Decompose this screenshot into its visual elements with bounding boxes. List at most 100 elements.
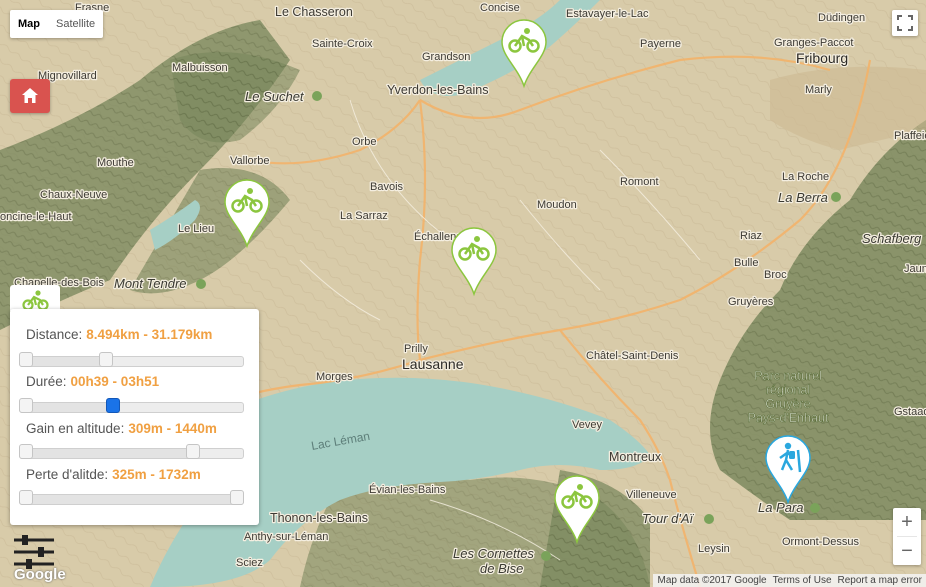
map-type-control: Map Satellite: [10, 10, 104, 38]
zoom-in-button[interactable]: +: [893, 508, 921, 536]
peak-icon: [831, 192, 841, 202]
place-label: Le Suchet: [245, 89, 305, 104]
duree-label: Durée:: [26, 374, 67, 389]
place-label: La Para: [758, 500, 804, 515]
place-label: Concise: [480, 2, 520, 14]
place-label: Vevey: [572, 419, 602, 431]
place-label: Gstaad: [894, 406, 926, 418]
gain-slider[interactable]: [19, 438, 244, 468]
place-label: de Bise: [480, 561, 523, 576]
place-label: Sainte-Croix: [312, 38, 373, 50]
place-label: Granges-Paccot: [774, 37, 853, 49]
place-label: Morges: [316, 371, 353, 383]
place-label: Vallorbe: [230, 155, 270, 167]
place-label: Estavayer-le-Lac: [566, 8, 649, 20]
duree-value: 00h39 - 03h51: [70, 374, 160, 389]
slider-max-handle[interactable]: [99, 352, 114, 367]
place-label: Villeneuve: [626, 489, 677, 501]
slider-min-handle[interactable]: [19, 398, 33, 413]
place-label: Romont: [620, 176, 659, 188]
place-label: Les Cornettes: [453, 546, 534, 561]
place-label: Anthy-sur-Léman: [244, 531, 328, 543]
place-label: Mont Tendre: [114, 276, 187, 291]
slider-range: [26, 494, 237, 505]
place-label: Fribourg: [796, 50, 848, 66]
report-error-link[interactable]: Report a map error: [838, 575, 922, 586]
distance-filter-label: Distance: 8.494km - 31.179km: [26, 327, 212, 342]
slider-max-handle[interactable]: [185, 444, 200, 459]
place-label: Chaux-Neuve: [40, 189, 107, 201]
place-label: Grandson: [422, 51, 470, 63]
peak-icon: [541, 551, 551, 561]
google-logo: Google: [14, 566, 66, 583]
home-icon: [22, 88, 38, 103]
map-type-map-button[interactable]: Map: [10, 10, 48, 38]
perte-filter-label: Perte d'alitde: 325m - 1732m: [26, 467, 201, 482]
slider-min-handle[interactable]: [19, 490, 33, 505]
distance-slider[interactable]: [19, 346, 244, 376]
filter-panel: Distance: 8.494km - 31.179km Durée: 00h39 …: [10, 309, 259, 525]
distance-value: 8.494km - 31.179km: [86, 327, 213, 342]
home-button[interactable]: [10, 79, 50, 113]
place-label: Moudon: [537, 199, 577, 211]
gain-label: Gain en altitude:: [26, 421, 125, 436]
perte-slider[interactable]: [19, 484, 244, 514]
place-label: Yverdon-les-Bains: [387, 83, 488, 97]
place-label: Gruyères: [728, 296, 774, 308]
gain-value: 309m - 1440m: [128, 421, 217, 436]
distance-label: Distance:: [26, 327, 83, 342]
place-label: Bavois: [370, 181, 404, 193]
slider-range: [26, 402, 113, 413]
peak-icon: [196, 279, 206, 289]
peak-icon: [810, 503, 820, 513]
terms-link[interactable]: Terms of Use: [773, 575, 832, 586]
zoom-out-button[interactable]: −: [893, 537, 921, 565]
place-label: Thonon-les-Bains: [270, 511, 368, 525]
park-label: Gruyère: [765, 397, 810, 411]
bike-icon: [22, 290, 49, 311]
place-label: Le Lieu: [178, 223, 214, 235]
duree-slider[interactable]: [19, 392, 244, 422]
duree-filter-label: Durée: 00h39 - 03h51: [26, 374, 159, 389]
place-label: La Roche: [782, 171, 829, 183]
place-label: oncine-le-Haut: [0, 211, 72, 223]
place-label: Malbuisson: [172, 62, 228, 74]
place-label: Châtel-Saint-Denis: [586, 350, 679, 362]
place-label: Montreux: [609, 450, 662, 464]
place-label: Marly: [805, 84, 832, 96]
park-label: régional: [766, 383, 810, 397]
perte-label: Perte d'alitde:: [26, 467, 109, 482]
peak-icon: [704, 514, 714, 524]
place-label: Bulle: [734, 257, 758, 269]
fullscreen-icon: [897, 15, 913, 31]
place-label: Prilly: [404, 343, 428, 355]
place-label: Jaun: [904, 263, 926, 275]
gain-filter-label: Gain en altitude: 309m - 1440m: [26, 421, 217, 436]
fullscreen-button[interactable]: [892, 10, 918, 36]
perte-value: 325m - 1732m: [112, 467, 201, 482]
place-label: Sciez: [236, 557, 263, 569]
slider-range: [26, 448, 193, 459]
filter-tab[interactable]: [10, 285, 60, 311]
slider-min-handle[interactable]: [19, 444, 33, 459]
place-label: Schafberg: [862, 231, 922, 246]
map-type-satellite-button[interactable]: Satellite: [48, 10, 103, 38]
slider-max-handle[interactable]: [230, 490, 244, 505]
place-label: Orbe: [352, 136, 376, 148]
place-label: Évian-les-Bains: [369, 483, 446, 496]
place-label: Le Chasseron: [275, 5, 353, 19]
map-data-credit: Map data ©2017 Google: [657, 575, 767, 586]
slider-range: [26, 356, 107, 367]
slider-min-handle[interactable]: [19, 352, 33, 367]
place-label: Plaffeie: [894, 130, 926, 142]
zoom-control: + −: [893, 508, 921, 565]
place-label: Ormont-Dessus: [782, 536, 860, 548]
place-label: Düdingen: [818, 12, 865, 24]
place-label: Lausanne: [402, 356, 464, 372]
slider-max-handle[interactable]: [105, 398, 120, 413]
peak-icon: [312, 91, 322, 101]
park-label: Pays-d'Enhaut: [748, 411, 829, 425]
map-footer: Map data ©2017 Google Terms of Use Repor…: [653, 574, 926, 587]
place-label: La Berra: [778, 190, 828, 205]
place-label: Tour d'Aï: [642, 511, 695, 526]
